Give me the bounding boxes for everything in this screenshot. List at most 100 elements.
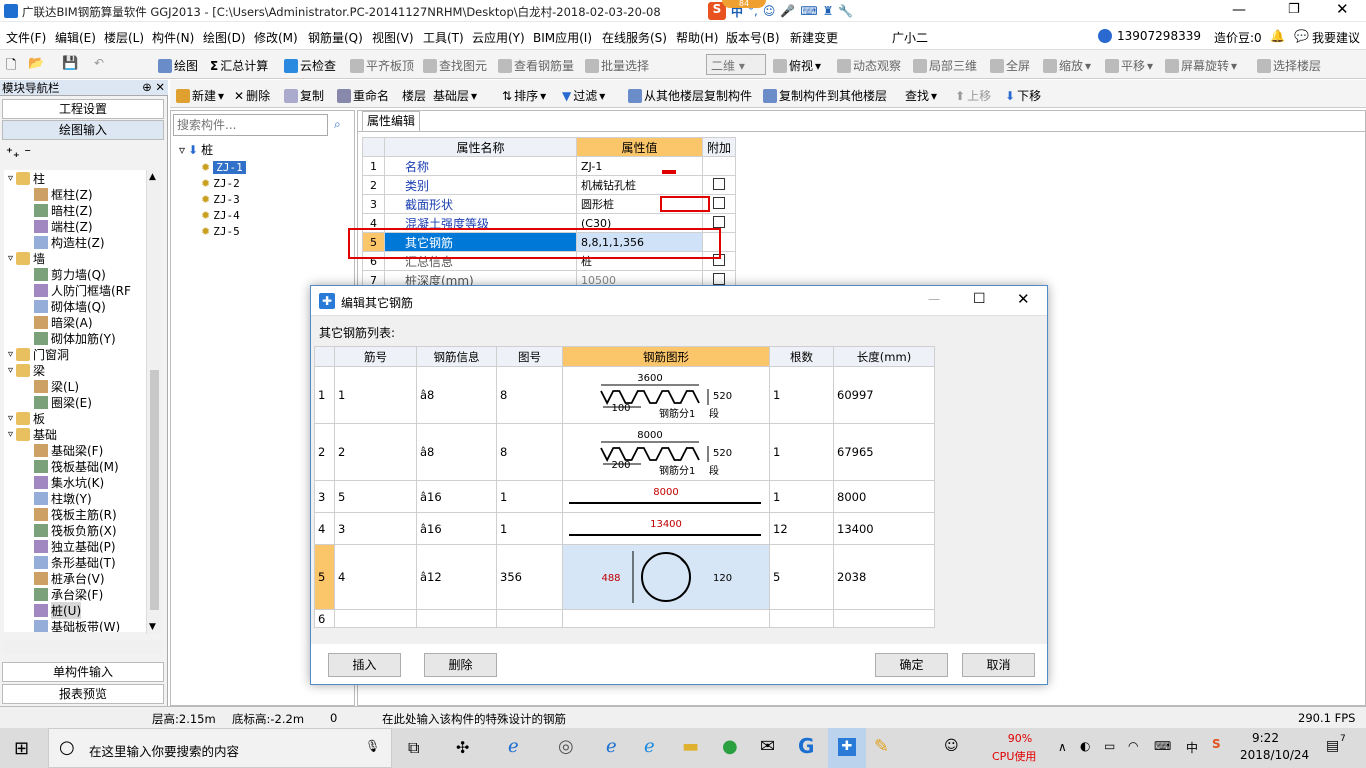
restore-button[interactable]: ❐	[1288, 2, 1300, 17]
tree-item[interactable]: 基础板带(W)	[4, 618, 146, 632]
view-mode-select[interactable]: 二维 ▾	[706, 54, 766, 75]
project-settings-button[interactable]: 工程设置	[2, 99, 164, 119]
drawing-input-button[interactable]: 绘图输入	[2, 120, 164, 140]
tree-item[interactable]: 砌体加筋(Y)	[4, 330, 146, 346]
local-3d-button[interactable]: 局部三维	[913, 57, 977, 74]
rebar-no-cell[interactable]	[334, 609, 417, 628]
undo-icon[interactable]: ↶	[94, 56, 104, 70]
rebar-fig-cell[interactable]: 1	[496, 512, 563, 545]
copy-to-floor-button[interactable]: 复制构件到其他楼层	[763, 87, 887, 104]
extra-checkbox[interactable]	[713, 196, 725, 209]
expand-toggle-icon[interactable]: ▿	[8, 413, 13, 424]
menu-draw[interactable]: 绘图(D)	[203, 29, 246, 46]
rebar-fig-cell[interactable]: 8	[496, 423, 563, 481]
copy-from-floor-button[interactable]: 从其他楼层复制构件	[628, 87, 752, 104]
component-item[interactable]: ✹ ZJ-1	[201, 159, 246, 175]
mic-icon[interactable]: 🎤	[780, 4, 795, 18]
tree-item[interactable]: 暗梁(A)	[4, 314, 146, 330]
tree-item[interactable]: 条形基础(T)	[4, 554, 146, 570]
move-up-button[interactable]: ⬆ 上移	[955, 87, 991, 104]
expand-toggle-icon[interactable]: ▿	[8, 365, 13, 376]
menu-assistant[interactable]: 广小二	[892, 29, 928, 46]
component-search-input[interactable]	[173, 114, 328, 136]
rebar-len-cell[interactable]: 67965	[833, 423, 935, 481]
rebar-row[interactable]: 3 5 â16 1 8000 1 8000	[314, 480, 935, 513]
keyboard-icon[interactable]: ⌨	[800, 4, 817, 18]
rebar-info-cell[interactable]: â8	[416, 366, 497, 424]
tree-item[interactable]: 人防门框墙(RF	[4, 282, 146, 298]
scroll-up-icon[interactable]: ▲	[149, 172, 156, 182]
menu-edit[interactable]: 编辑(E)	[55, 29, 96, 46]
expand-collapse-icon[interactable]: ⁺₊ ⁻	[6, 146, 31, 161]
rebar-info-cell[interactable]	[416, 609, 497, 628]
rebar-fig-cell[interactable]: 1	[496, 480, 563, 513]
tree-hscrollbar[interactable]	[4, 640, 162, 654]
tree-item[interactable]: 端柱(Z)	[4, 218, 146, 234]
menu-version[interactable]: 版本号(B)	[726, 29, 780, 46]
scroll-down-icon[interactable]: ▼	[149, 622, 156, 632]
tree-item[interactable]: 桩(U)	[4, 601, 146, 619]
batch-select-button[interactable]: 批量选择	[585, 57, 649, 74]
tree-item[interactable]: 柱墩(Y)	[4, 490, 146, 506]
top-view-button[interactable]: 俯视 ▾	[773, 57, 821, 74]
move-down-button[interactable]: ⬇ 下移	[1005, 87, 1041, 104]
extra-checkbox[interactable]	[713, 215, 725, 228]
menu-view[interactable]: 视图(V)	[372, 29, 414, 46]
clock-date[interactable]: 2018/10/24	[1240, 748, 1309, 762]
draw-button[interactable]: 绘图	[158, 57, 198, 74]
rebar-row[interactable]: 6	[314, 609, 935, 628]
people-icon[interactable]: ☺	[944, 738, 959, 754]
report-preview-button[interactable]: 报表预览	[2, 684, 164, 704]
tree-item[interactable]: 独立基础(P)	[4, 538, 146, 554]
cancel-button[interactable]: 取消	[962, 653, 1035, 677]
filter-button[interactable]: ▼ 过滤 ▾	[562, 87, 605, 104]
microphone-icon[interactable]: 🎙	[365, 739, 380, 753]
rebar-len-cell[interactable]: 2038	[833, 544, 935, 610]
wrench-icon[interactable]: 🔧	[838, 4, 853, 18]
rebar-shape-cell[interactable]: 488 120	[562, 544, 770, 610]
rebar-row[interactable]: 4 3 â16 1 13400 12 13400	[314, 512, 935, 545]
mail-icon[interactable]: ✉	[760, 736, 775, 757]
rebar-row[interactable]: 5 4 â12 356 488 120 5 2038	[314, 544, 935, 610]
menu-component[interactable]: 构件(N)	[152, 29, 194, 46]
expand-toggle-icon[interactable]: ▿	[8, 429, 13, 440]
property-tab[interactable]: 属性编辑	[362, 111, 420, 131]
copy-component-button[interactable]: 复制	[284, 87, 324, 104]
floor-select[interactable]: 基础层 ▾	[433, 87, 489, 104]
minimize-button[interactable]: —	[1232, 2, 1246, 18]
rebar-no-cell[interactable]: 2	[334, 423, 417, 481]
menu-bim[interactable]: BIM应用(I)	[533, 29, 592, 46]
component-root[interactable]: ▿ ⬇ 桩	[179, 141, 213, 158]
rebar-no-cell[interactable]: 4	[334, 544, 417, 610]
tree-item[interactable]: 筏板基础(M)	[4, 458, 146, 474]
tree-item[interactable]: 梁(L)	[4, 378, 146, 394]
expand-toggle-icon[interactable]: ▿	[8, 253, 13, 264]
taskbar-search-box[interactable]: ○ 在这里输入你要搜索的内容 🎙	[48, 728, 392, 768]
action-center-icon[interactable]: ▤	[1326, 738, 1339, 754]
menu-rebar-qty[interactable]: 钢筋量(Q)	[308, 29, 363, 46]
tree-item[interactable]: 构造柱(Z)	[4, 234, 146, 250]
rebar-shape-cell[interactable]: 3600 520 100 钢筋分1 段	[562, 366, 770, 424]
component-item[interactable]: ✹ ZJ-5	[201, 223, 246, 239]
suggest-link[interactable]: 我要建议	[1312, 29, 1360, 46]
dialog-maximize-button[interactable]: ☐	[973, 291, 986, 307]
battery-icon[interactable]: ▭	[1104, 739, 1115, 753]
delete-component-button[interactable]: ✕ 删除	[234, 87, 270, 104]
glodon-g-icon[interactable]: G	[798, 734, 814, 758]
rebar-count-cell[interactable]: 5	[769, 544, 834, 610]
wifi-icon[interactable]: ◠	[1128, 739, 1138, 753]
menu-new-change[interactable]: 新建变更	[790, 29, 838, 46]
sort-button[interactable]: ⇅ 排序 ▾	[502, 87, 546, 104]
rebar-fig-cell[interactable]	[496, 609, 563, 628]
component-item[interactable]: ✹ ZJ-3	[201, 191, 246, 207]
tray-app-icon[interactable]: ◐	[1080, 739, 1090, 753]
rebar-shape-cell[interactable]: 8000	[562, 480, 770, 513]
tree-item[interactable]: 集水坑(K)	[4, 474, 146, 490]
menu-floor[interactable]: 楼层(L)	[104, 29, 144, 46]
save-icon[interactable]: 💾	[62, 56, 78, 71]
file-explorer-icon[interactable]: ▬	[682, 736, 699, 757]
property-value[interactable]: ZJ-1	[576, 156, 703, 176]
menu-cloud[interactable]: 云应用(Y)	[472, 29, 525, 46]
ime-indicator[interactable]: 中	[1186, 739, 1198, 756]
rebar-count-cell[interactable]: 12	[769, 512, 834, 545]
